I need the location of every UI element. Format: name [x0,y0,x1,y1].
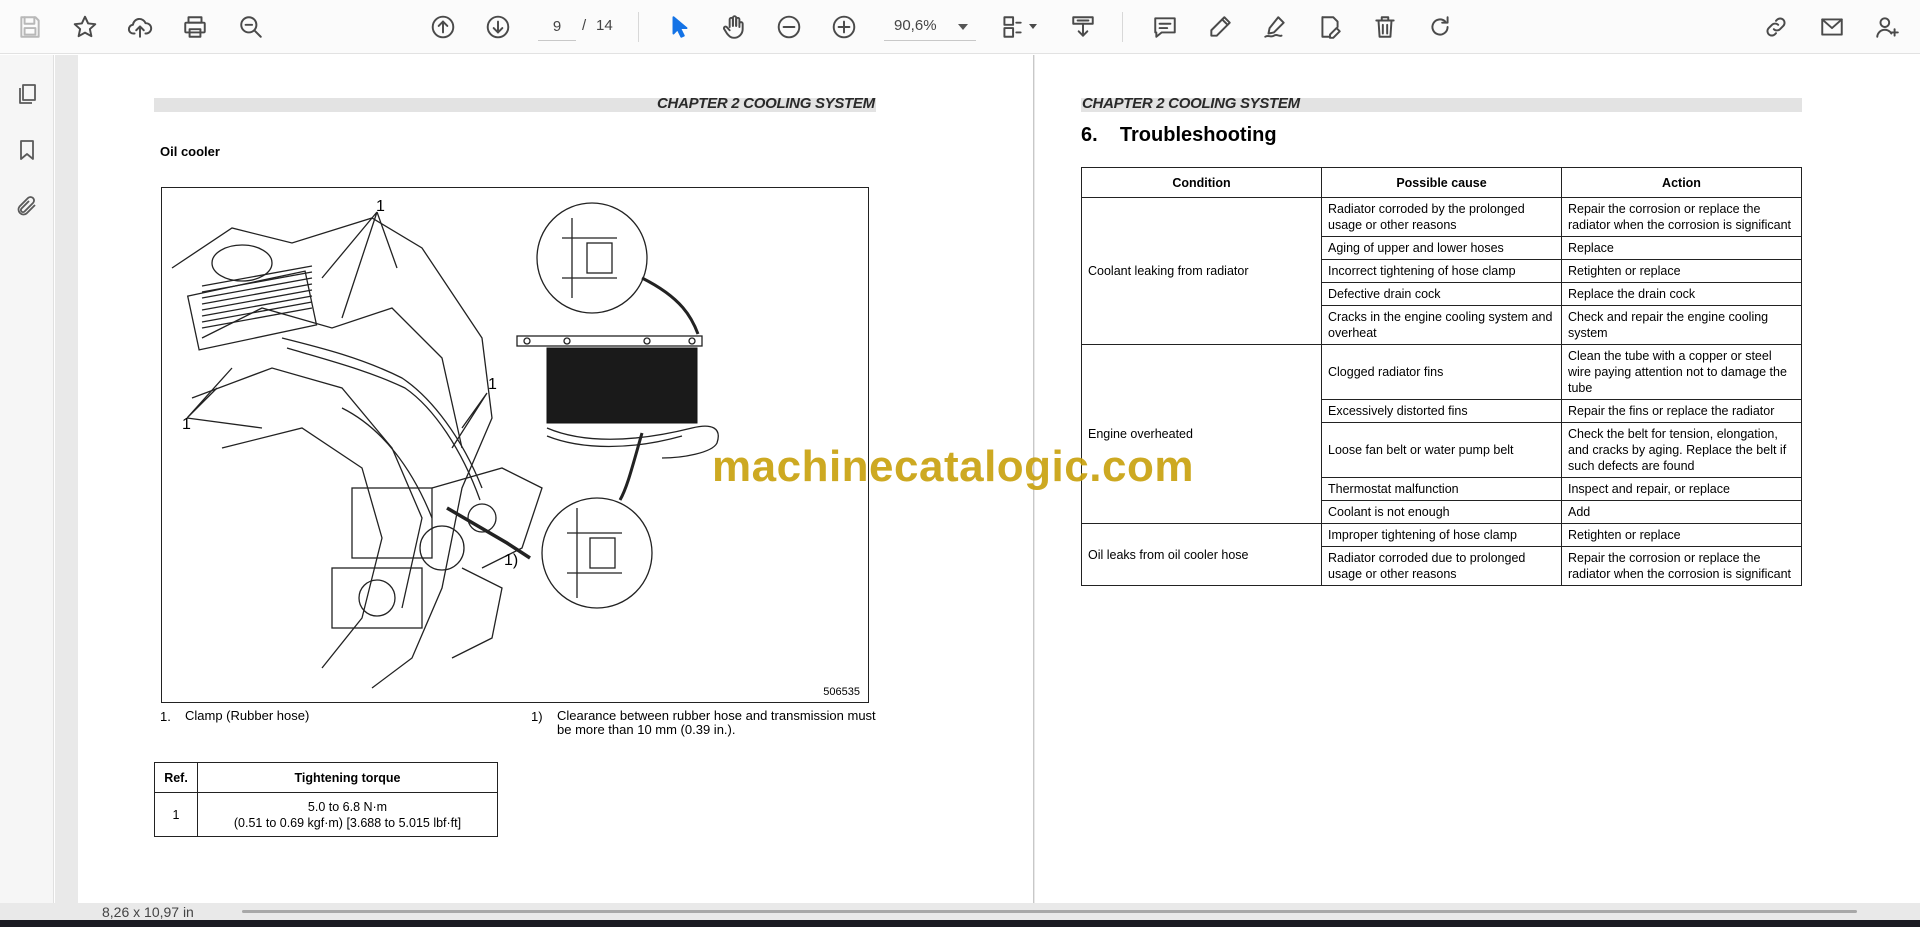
figure-callout: 1) [504,552,519,569]
cause-cell: Improper tightening of hose clamp [1321,523,1562,547]
table-header-row: Ref. Tightening torque [154,762,498,793]
action-cell: Retighten or replace [1561,523,1802,547]
page-size-label: 8,26 x 10,97 in [102,904,194,920]
condition-cell: Coolant leaking from radiator [1081,197,1322,345]
status-bar: 8,26 x 10,97 in [0,903,1920,920]
page-number-input[interactable] [538,13,576,41]
select-cursor-icon[interactable] [663,10,697,44]
table-row: Coolant leaking from radiator Radiator c… [1081,197,1802,345]
condition-cell: Oil leaks from oil cooler hose [1081,523,1322,586]
edit-document-icon[interactable] [1313,10,1347,44]
action-cell: Repair the corrosion or replace the radi… [1561,197,1802,237]
page-separator: / [582,17,587,34]
action-cell: Replace the drain cock [1561,282,1802,306]
chapter-header: CHAPTER 2 COOLING SYSTEM [1082,95,1300,112]
condition-cell: Engine overheated [1081,344,1322,524]
table-header: Tightening torque [197,762,498,793]
main-toolbar: / 14 90,6% [0,0,1920,54]
save-icon[interactable] [13,10,47,44]
figure-callout: 1 [182,416,191,433]
zoom-value: 90,6% [894,17,937,34]
cause-cell: Coolant is not enough [1321,500,1562,524]
attachments-icon[interactable] [10,189,44,223]
legend-number: 1. [160,709,171,724]
figure-code: 506535 [823,686,860,698]
legend-number: 1) [531,709,543,724]
redo-icon[interactable] [1423,10,1457,44]
cause-cell: Excessively distorted fins [1321,399,1562,423]
highlight-pen-icon[interactable] [1203,10,1237,44]
share-link-icon[interactable] [1759,10,1793,44]
cause-cell: Defective drain cock [1321,282,1562,306]
email-icon[interactable] [1815,10,1849,44]
delete-icon[interactable] [1368,10,1402,44]
chapter-header: CHAPTER 2 COOLING SYSTEM [657,95,875,112]
zoom-search-icon[interactable] [234,10,268,44]
zoom-in-icon[interactable] [827,10,861,44]
action-cell: Repair the corrosion or replace the radi… [1561,546,1802,586]
os-taskbar-strip [0,920,1920,927]
action-cell: Inspect and repair, or replace [1561,477,1802,501]
cause-cell: Aging of upper and lower hoses [1321,236,1562,260]
cause-cell: Thermostat malfunction [1321,477,1562,501]
action-cell: Check the belt for tension, elongation, … [1561,422,1802,478]
ref-cell: 1 [154,792,198,837]
table-header: Ref. [154,762,198,793]
page-layout-icon[interactable] [995,10,1037,44]
action-cell: Repair the fins or replace the radiator [1561,399,1802,423]
table-header: Action [1561,167,1802,198]
page-up-icon[interactable] [426,10,460,44]
cause-cell: Clogged radiator fins [1321,344,1562,400]
table-header-row: Condition Possible cause Action [1081,167,1802,198]
pages-icon[interactable] [10,77,44,111]
watermark-text: machinecatalogic.com [712,442,1194,491]
horizontal-scrollbar[interactable] [242,910,1857,913]
bookmarks-icon[interactable] [10,133,44,167]
sign-icon[interactable] [1258,10,1292,44]
download-tray-icon[interactable] [1066,10,1100,44]
cloud-upload-icon[interactable] [123,10,157,44]
add-user-icon[interactable] [1870,10,1904,44]
table-row: 1 5.0 to 6.8 N·m (0.51 to 0.69 kgf·m) [3… [154,792,498,837]
bookmark-star-icon[interactable] [68,10,102,44]
cause-cell: Cracks in the engine cooling system and … [1321,305,1562,345]
torque-line: (0.51 to 0.69 kgf·m) [3.688 to 5.015 lbf… [233,815,462,830]
chevron-down-icon [1029,24,1037,29]
cause-cell: Radiator corroded due to prolonged usage… [1321,546,1562,586]
table-header: Condition [1081,167,1322,198]
table-row: Oil leaks from oil cooler hose Improper … [1081,523,1802,586]
troubleshooting-heading: 6. Troubleshooting [1081,124,1277,146]
cause-cell: Radiator corroded by the prolonged usage… [1321,197,1562,237]
table-header: Possible cause [1321,167,1562,198]
left-navigation-pane [0,55,54,927]
legend-text: Clamp (Rubber hose) [185,708,310,723]
action-cell: Replace [1561,236,1802,260]
section-heading: Oil cooler [160,144,220,159]
figure-callout: 1 [376,198,385,215]
page-down-icon[interactable] [481,10,515,44]
toolbar-divider [1122,12,1123,42]
hand-pan-icon[interactable] [717,10,751,44]
figure-callout: 1 [488,376,497,393]
chevron-down-icon [958,24,968,30]
toolbar-divider [638,12,639,42]
torque-table: Ref. Tightening torque 1 5.0 to 6.8 N·m … [154,762,498,837]
action-cell: Clean the tube with a copper or steel wi… [1561,344,1802,400]
legend-text: Clearance between rubber hose and transm… [557,708,876,737]
torque-line: 5.0 to 6.8 N·m [307,799,388,814]
zoom-dropdown[interactable]: 90,6% [884,13,976,41]
zoom-out-icon[interactable] [772,10,806,44]
action-cell: Check and repair the engine cooling syst… [1561,305,1802,345]
action-cell: Retighten or replace [1561,259,1802,283]
page-total: 14 [596,17,613,34]
comment-icon[interactable] [1148,10,1182,44]
print-icon[interactable] [178,10,212,44]
cause-cell: Incorrect tightening of hose clamp [1321,259,1562,283]
table-row: Engine overheated Clogged radiator fins … [1081,344,1802,524]
torque-cell: 5.0 to 6.8 N·m (0.51 to 0.69 kgf·m) [3.6… [197,792,498,837]
action-cell: Add [1561,500,1802,524]
troubleshooting-table: Condition Possible cause Action Coolant … [1081,167,1802,586]
cause-cell: Loose fan belt or water pump belt [1321,422,1562,478]
